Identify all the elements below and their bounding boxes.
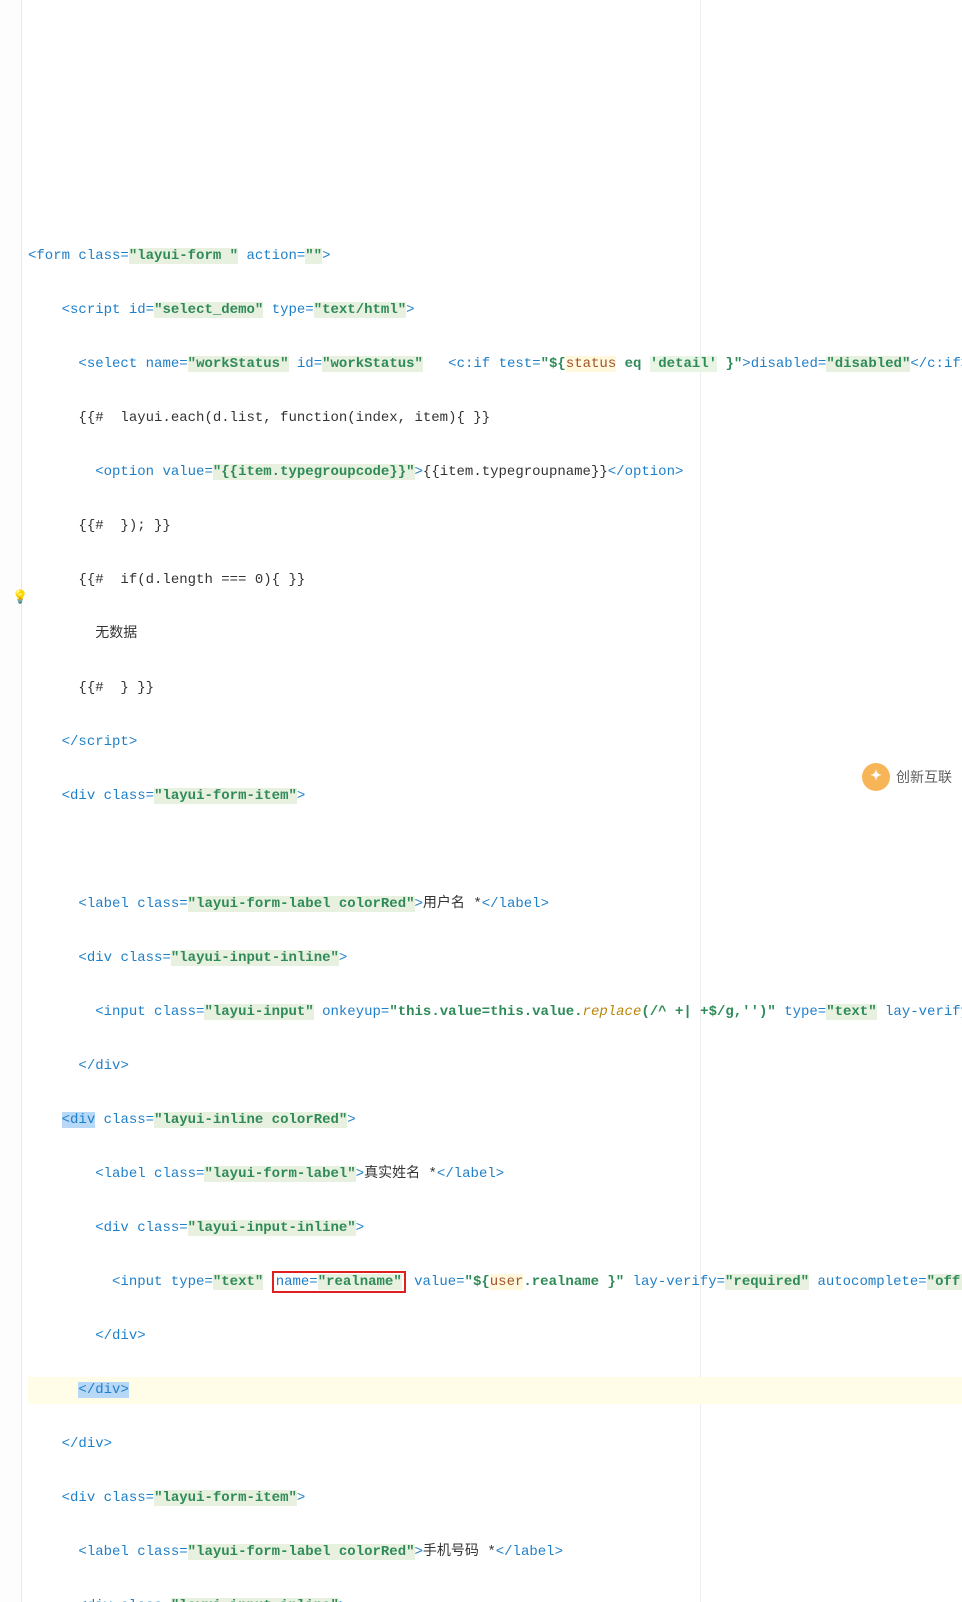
code-line: </script> [28, 729, 962, 756]
code-line: {{# }); }} [28, 513, 962, 540]
code-line: <div class="layui-form-item"> [28, 1485, 962, 1512]
code-line: {{# } }} [28, 675, 962, 702]
watermark: ✦ 创新互联 [862, 763, 952, 791]
code-editor[interactable]: <form class="layui-form " action=""> <sc… [0, 216, 962, 1602]
code-line: <input class="layui-input" onkeyup="this… [28, 999, 962, 1026]
code-line: {{# if(d.length === 0){ }} [28, 567, 962, 594]
code-line: <script id="select_demo" type="text/html… [28, 297, 962, 324]
code-line: </div> [28, 1431, 962, 1458]
watermark-icon: ✦ [862, 763, 890, 791]
code-line: <div class="layui-inline colorRed"> [28, 1107, 962, 1134]
code-line [28, 837, 962, 864]
code-line: <select name="workStatus" id="workStatus… [28, 351, 962, 378]
code-line: <form class="layui-form " action=""> [28, 243, 962, 270]
code-line: {{# layui.each(d.list, function(index, i… [28, 405, 962, 432]
code-line: <div class="layui-input-inline"> [28, 945, 962, 972]
code-line: <option value="{{item.typegroupcode}}">{… [28, 459, 962, 486]
code-line: <div class="layui-form-item"> [28, 783, 962, 810]
highlight-realname: name="realname" [272, 1271, 406, 1293]
code-line: <label class="layui-form-label">真实姓名 *</… [28, 1161, 962, 1188]
code-line: <label class="layui-form-label colorRed"… [28, 1539, 962, 1566]
code-line: 无数据 [28, 621, 962, 648]
code-line: <div class="layui-input-inline"> [28, 1593, 962, 1602]
watermark-text: 创新互联 [896, 764, 952, 791]
code-line: </div> [28, 1323, 962, 1350]
code-line: <input type="text" name="realname" value… [28, 1269, 962, 1296]
code-line-current: </div> [28, 1377, 962, 1404]
code-line: </div> [28, 1053, 962, 1080]
code-line: <label class="layui-form-label colorRed"… [28, 891, 962, 918]
code-line: <div class="layui-input-inline"> [28, 1215, 962, 1242]
